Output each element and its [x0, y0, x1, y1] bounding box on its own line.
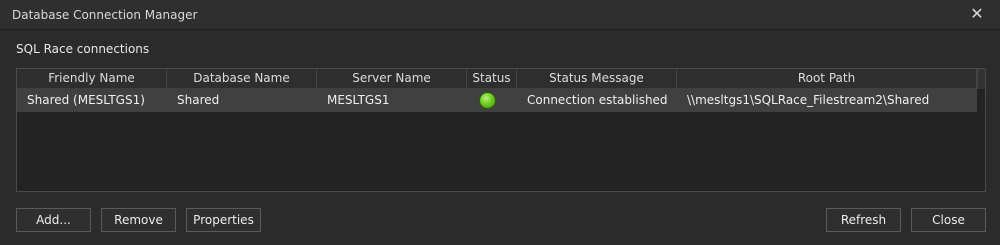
title-bar: Database Connection Manager ✕ [0, 0, 1000, 30]
add-button[interactable]: Add... [16, 208, 91, 232]
column-header-database-name[interactable]: Database Name [167, 69, 317, 89]
refresh-button[interactable]: Refresh [826, 208, 901, 232]
column-header-root-path[interactable]: Root Path [677, 69, 977, 89]
column-header-status-message[interactable]: Status Message [517, 69, 677, 89]
column-header-status[interactable]: Status [467, 69, 517, 89]
status-connected-icon [479, 92, 496, 109]
cell-status [467, 89, 517, 112]
section-label: SQL Race connections [16, 42, 150, 56]
cell-server-name: MESLTGS1 [327, 93, 390, 107]
column-header-server-name[interactable]: Server Name [317, 69, 467, 89]
header-scroll-stub [977, 69, 985, 89]
connections-grid[interactable]: Friendly Name Database Name Server Name … [16, 68, 986, 192]
cell-database-name: Shared [177, 93, 220, 107]
cell-root-path: \\mesltgs1\SQLRace_Filestream2\Shared [687, 93, 930, 107]
cell-friendly-name: Shared (MESLTGS1) [27, 93, 145, 107]
close-button[interactable]: Close [911, 208, 986, 232]
grid-header: Friendly Name Database Name Server Name … [17, 69, 985, 89]
remove-button[interactable]: Remove [101, 208, 176, 232]
cell-status-message: Connection established [527, 93, 668, 107]
table-row[interactable]: Shared (MESLTGS1) Shared MESLTGS1 Connec… [17, 89, 977, 112]
column-header-friendly-name[interactable]: Friendly Name [17, 69, 167, 89]
properties-button[interactable]: Properties [186, 208, 261, 232]
close-icon[interactable]: ✕ [968, 5, 986, 23]
window-title: Database Connection Manager [12, 8, 198, 22]
